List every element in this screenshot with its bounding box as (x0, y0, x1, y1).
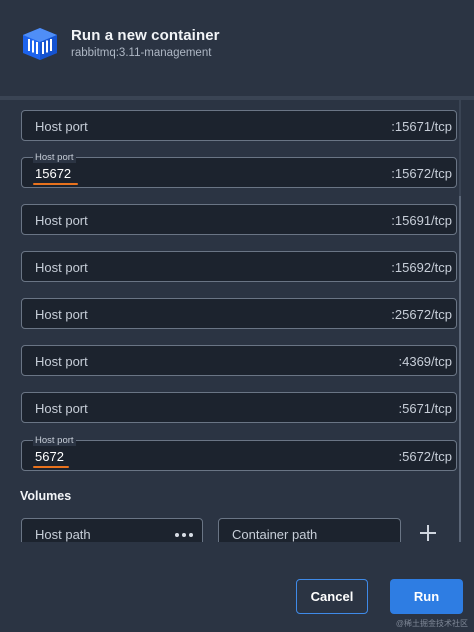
host-path-placeholder: Host path (35, 527, 91, 542)
host-port-field-5672[interactable]: Host port 5672 :5672/tcp (21, 436, 457, 471)
container-port-label: :4369/tcp (398, 354, 453, 369)
run-button[interactable]: Run (390, 579, 463, 614)
container-port-label: :15671/tcp (391, 119, 452, 134)
docker-container-icon (23, 28, 57, 60)
host-port-value[interactable]: 15672 (35, 166, 71, 181)
run-container-dialog: { "header": { "title": "Run a new contai… (0, 0, 474, 632)
input-focus-underline (33, 466, 69, 468)
container-port-label: :5672/tcp (398, 449, 453, 464)
host-port-field-15692[interactable]: Host port :15692/tcp (21, 251, 457, 282)
dialog-title: Run a new container (71, 27, 220, 44)
volumes-heading: Volumes (20, 489, 72, 503)
host-port-field-25672[interactable]: Host port :25672/tcp (21, 298, 457, 329)
host-port-placeholder: Host port (35, 401, 88, 416)
host-port-field-15691[interactable]: Host port :15691/tcp (21, 204, 457, 235)
host-port-placeholder: Host port (35, 307, 88, 322)
input-focus-underline (33, 183, 78, 185)
host-port-floating-label: Host port (33, 152, 76, 163)
host-port-field-4369[interactable]: Host port :4369/tcp (21, 345, 457, 376)
container-port-label: :15672/tcp (391, 166, 452, 181)
watermark: @稀土掘金技术社区 (395, 619, 468, 628)
container-port-label: :15691/tcp (391, 213, 452, 228)
more-dots-icon[interactable] (175, 533, 193, 537)
cancel-button[interactable]: Cancel (296, 579, 368, 614)
container-port-label: :25672/tcp (391, 307, 452, 322)
image-name: rabbitmq:3.11-management (71, 47, 212, 59)
container-port-label: :15692/tcp (391, 260, 452, 275)
host-port-placeholder: Host port (35, 213, 88, 228)
host-port-field-15671[interactable]: Host port :15671/tcp (21, 110, 457, 141)
dialog-header: Run a new container rabbitmq:3.11-manage… (0, 0, 474, 80)
plus-icon[interactable] (418, 523, 438, 543)
host-port-placeholder: Host port (35, 260, 88, 275)
host-port-field-5671[interactable]: Host port :5671/tcp (21, 392, 457, 423)
host-port-placeholder: Host port (35, 119, 88, 134)
host-port-field-15672[interactable]: Host port 15672 :15672/tcp (21, 153, 457, 188)
host-port-floating-label: Host port (33, 435, 76, 446)
container-port-label: :5671/tcp (398, 401, 453, 416)
host-port-value[interactable]: 5672 (35, 449, 64, 464)
container-path-placeholder: Container path (232, 527, 318, 542)
host-port-placeholder: Host port (35, 354, 88, 369)
